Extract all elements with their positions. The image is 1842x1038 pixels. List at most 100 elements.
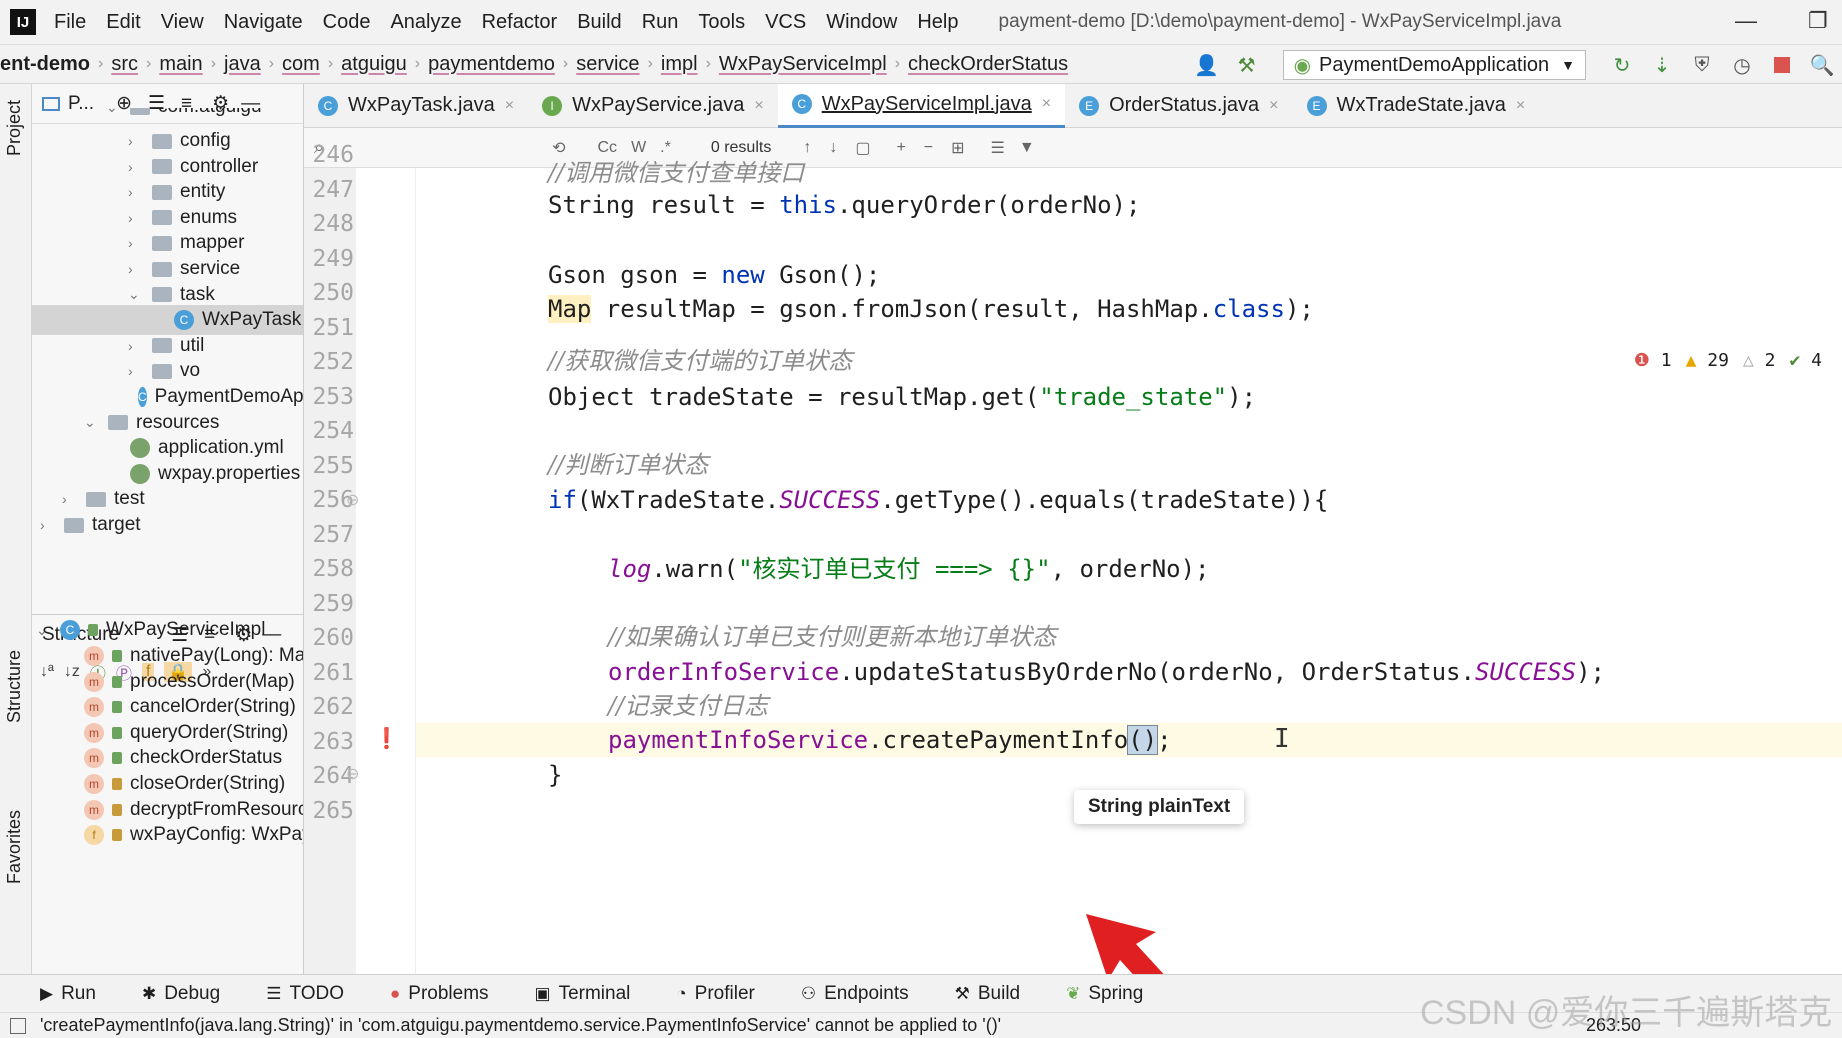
close-icon[interactable]: ×	[1269, 97, 1278, 115]
error-bulb-icon[interactable]: ❗	[374, 726, 399, 751]
tool-tab-spring[interactable]: ❦ Spring	[1066, 983, 1143, 1005]
tool-tab-problems[interactable]: ● Problems	[390, 983, 489, 1005]
chevron-right-icon[interactable]: ›	[128, 338, 142, 354]
prev-occurrence-icon[interactable]: ↑	[803, 139, 811, 157]
close-icon[interactable]: ×	[1516, 97, 1525, 115]
tool-tab-endpoints[interactable]: ⚇ Endpoints	[801, 983, 909, 1005]
chevron-right-icon[interactable]: ›	[128, 210, 142, 226]
tool-tab-debug[interactable]: ✱ Debug	[142, 983, 220, 1005]
chevron-right-icon[interactable]: ›	[62, 491, 76, 507]
breadcrumb-item[interactable]: › src	[90, 53, 138, 76]
editor-tab[interactable]: E WxTradeState.java ×	[1293, 84, 1540, 128]
fold-marker-icon[interactable]: ⊖	[346, 490, 359, 510]
regex-toggle[interactable]: .*	[660, 139, 671, 157]
close-icon[interactable]: ×	[754, 97, 763, 115]
menu-view[interactable]: View	[161, 11, 204, 34]
tool-tab-label: Spring	[1088, 982, 1144, 1004]
close-icon[interactable]: ×	[505, 97, 514, 115]
menu-analyze[interactable]: Analyze	[390, 11, 461, 34]
user-icon[interactable]: 👤	[1194, 53, 1219, 77]
chevron-right-icon[interactable]: ›	[128, 261, 142, 277]
menu-refactor[interactable]: Refactor	[482, 11, 558, 34]
menu-navigate[interactable]: Navigate	[224, 11, 303, 34]
run-config-select[interactable]: ◉ PaymentDemoApplication ▼	[1282, 50, 1586, 80]
add-occurrence-icon[interactable]: +	[896, 139, 905, 157]
chevron-down-icon[interactable]: ⌄	[84, 414, 98, 431]
tool-tab-terminal[interactable]: ▣ Terminal	[535, 983, 631, 1005]
structure-panel: Structure ☰ ≡ ⚙ — ↓ª ↓z Ⓘ Ⓟ f 🔒 » ⌄CWxPa…	[32, 614, 304, 974]
project-tree-label: test	[114, 488, 145, 510]
fold-marker-icon[interactable]: ⊖	[346, 764, 359, 784]
cursor-parens[interactable]: ()	[1127, 725, 1159, 755]
code-editor[interactable]: ❶ 1 ▲ 29 △ 2 ✔ 4 //调用微信支付查单接口 String res…	[416, 159, 1842, 974]
breadcrumb-item[interactable]: › checkOrderStatus	[887, 53, 1068, 76]
editor-tab[interactable]: C WxPayTask.java ×	[304, 84, 528, 128]
tool-tab-build[interactable]: ⚒ Build	[955, 983, 1021, 1005]
match-case-toggle[interactable]: Cc	[598, 139, 618, 157]
chevron-right-icon[interactable]: ›	[128, 159, 142, 175]
structure-tool-tab[interactable]: Structure	[2, 644, 27, 729]
breadcrumb-item[interactable]: › atguigu	[320, 53, 407, 76]
chevron-right-icon[interactable]: ›	[128, 184, 142, 200]
editor-tab[interactable]: I WxPayService.java ×	[528, 84, 778, 128]
editor-tab[interactable]: C WxPayServiceImpl.java ×	[777, 83, 1066, 128]
menu-vcs[interactable]: VCS	[765, 11, 806, 34]
menu-file[interactable]: File	[54, 11, 86, 34]
breadcrumb-item[interactable]: › paymentdemo	[407, 53, 555, 76]
sort-visibility-icon[interactable]: ↓ª	[40, 663, 54, 681]
chevron-down-icon[interactable]: ⌄	[36, 622, 50, 639]
chevron-right-icon[interactable]: ›	[128, 363, 142, 379]
breadcrumb-item[interactable]: › main	[138, 53, 203, 76]
project-tree-item[interactable]: › target	[32, 510, 303, 540]
breadcrumb-item[interactable]: › impl	[640, 53, 698, 76]
menu-window[interactable]: Window	[826, 11, 897, 34]
menu-tools[interactable]: Tools	[698, 11, 745, 34]
editor-tab[interactable]: E OrderStatus.java ×	[1065, 84, 1292, 128]
status-toggle-icon[interactable]	[10, 1017, 26, 1034]
inspection-widget[interactable]: ❶ 1 ▲ 29 △ 2 ✔ 4	[1634, 350, 1822, 371]
search-everywhere-icon[interactable]: 🔍	[1810, 53, 1835, 77]
class-icon: C	[138, 387, 147, 407]
breadcrumb-item[interactable]: › service	[555, 53, 640, 76]
rerun-icon[interactable]: ↻	[1610, 53, 1634, 77]
chevron-down-icon[interactable]: ⌄	[128, 286, 142, 303]
breadcrumb-item[interactable]: ent-demo	[0, 53, 90, 76]
coverage-icon[interactable]: ⛨	[1690, 53, 1714, 77]
tool-tab-run[interactable]: ▶ Run	[40, 983, 96, 1005]
search-input[interactable]	[324, 136, 524, 160]
menu-build[interactable]: Build	[577, 11, 621, 34]
select-all-occurrences-icon[interactable]: ⊞	[951, 138, 964, 158]
project-tool-tab[interactable]: Project	[2, 94, 27, 162]
remove-occurrence-icon[interactable]: −	[924, 139, 933, 157]
favorites-tool-tab[interactable]: Favorites	[2, 804, 27, 890]
whole-word-toggle[interactable]: W	[631, 139, 646, 157]
build-hammer-icon[interactable]: ⚒	[1235, 53, 1259, 77]
chevron-right-icon[interactable]: ›	[128, 235, 142, 251]
chevron-right-icon[interactable]: ›	[128, 133, 142, 149]
menu-edit[interactable]: Edit	[106, 11, 140, 34]
select-all-icon[interactable]: ▢	[855, 138, 870, 158]
run-config-label: PaymentDemoApplication	[1319, 53, 1550, 76]
structure-item[interactable]: f wxPayConfig: WxPayConfig	[84, 820, 303, 850]
restore-icon[interactable]: ❐	[1808, 8, 1828, 34]
minimize-icon[interactable]: —	[1735, 8, 1757, 34]
tool-tab-profiler[interactable]: ◔ Profiler	[676, 983, 754, 1005]
sort-alpha-icon[interactable]: ↓z	[64, 663, 80, 681]
stop-icon[interactable]	[1770, 53, 1794, 77]
clear-history-icon[interactable]: ⟲	[552, 138, 565, 158]
filter-options-icon[interactable]: ☰	[991, 138, 1005, 158]
close-icon[interactable]: ×	[1042, 95, 1051, 113]
menu-code[interactable]: Code	[323, 11, 371, 34]
line-number: 259	[312, 590, 354, 617]
menu-help[interactable]: Help	[917, 11, 958, 34]
filter-icon[interactable]: ▼	[1019, 139, 1035, 157]
profile-icon[interactable]: ◷	[1730, 53, 1754, 77]
breadcrumb-item[interactable]: › java	[203, 53, 261, 76]
next-occurrence-icon[interactable]: ↓	[829, 139, 837, 157]
menu-run[interactable]: Run	[642, 11, 679, 34]
breadcrumb-item[interactable]: › WxPayServiceImpl	[698, 53, 887, 76]
breadcrumb-item[interactable]: › com	[261, 53, 320, 76]
chevron-right-icon[interactable]: ›	[40, 517, 54, 533]
debug-icon[interactable]: ⇣	[1650, 53, 1674, 77]
tool-tab-todo[interactable]: ☰ TODO	[266, 983, 344, 1005]
